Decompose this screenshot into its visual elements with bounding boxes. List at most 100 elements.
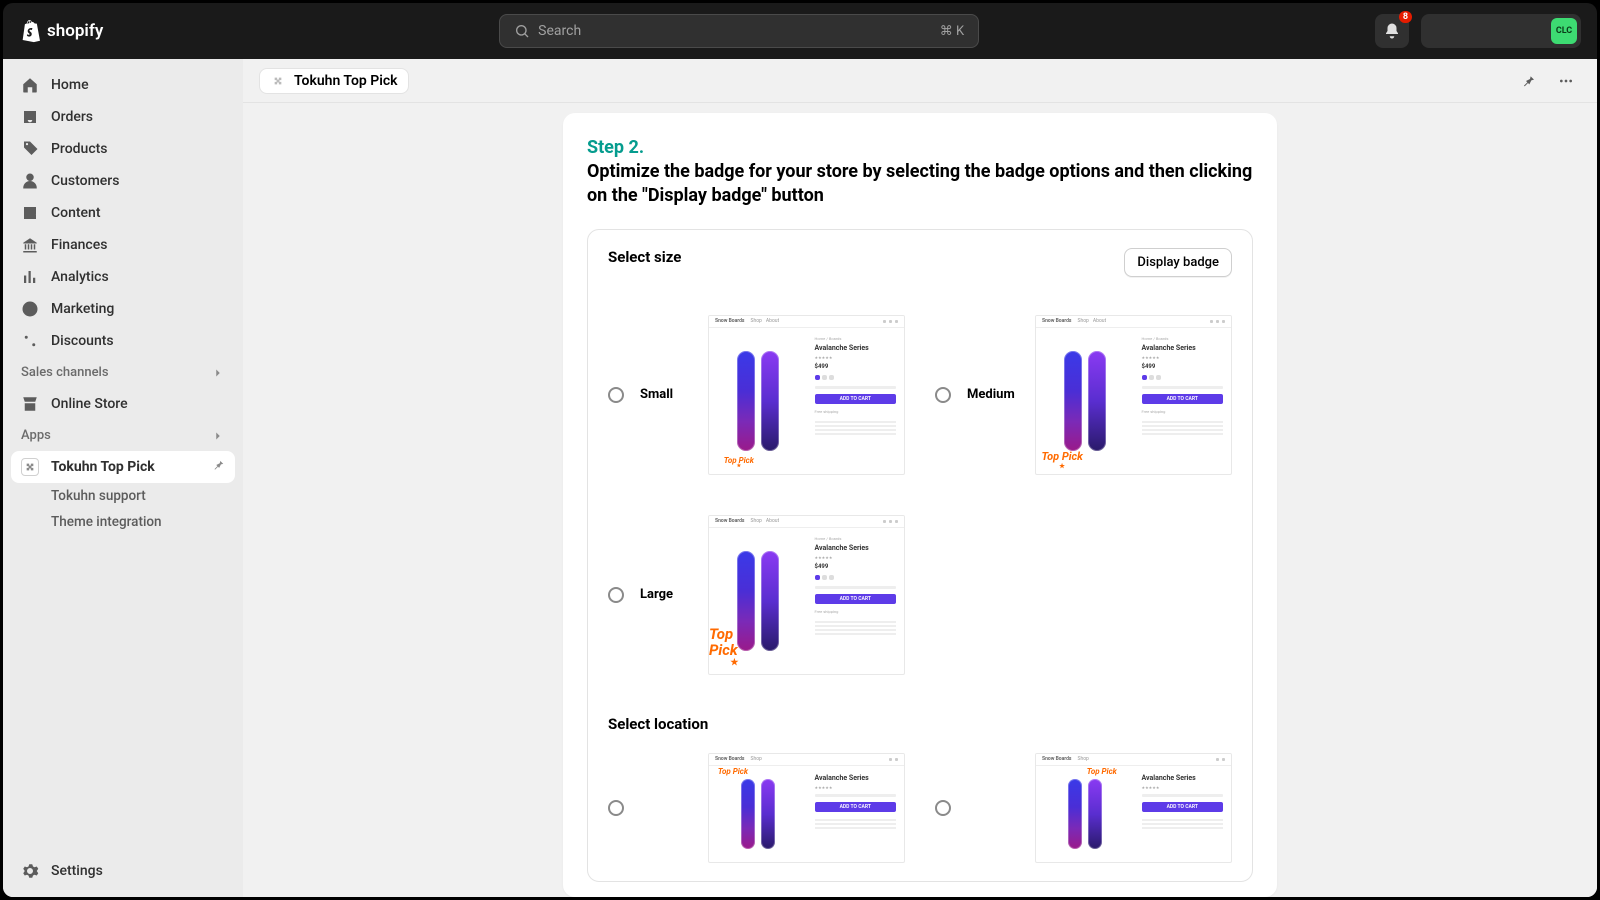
app-puzzle-icon (270, 73, 286, 89)
chevron-right-icon (211, 366, 225, 380)
location-options: Snow BoardsShop Top Pick Avalanche Serie… (608, 733, 1232, 863)
radio-loc-2[interactable] (935, 800, 951, 816)
nav-home-label: Home (51, 77, 89, 93)
nav-analytics[interactable]: Analytics (11, 261, 235, 293)
preview-title: Avalanche Series (815, 344, 897, 352)
chevron-right-icon (211, 429, 225, 443)
nav-home[interactable]: Home (11, 69, 235, 101)
nav-finances[interactable]: Finances (11, 229, 235, 261)
brand-label: shopify (47, 21, 103, 41)
percent-icon (21, 332, 39, 350)
size-option-small[interactable]: Small Snow BoardsShopAbout Top Pick★ Hom… (608, 315, 905, 475)
tag-icon (21, 140, 39, 158)
search-placeholder: Search (538, 23, 581, 39)
pin-icon[interactable] (211, 458, 225, 476)
nav-customers[interactable]: Customers (11, 165, 235, 197)
preview-brand: Snow Boards (1042, 756, 1071, 762)
nav-orders[interactable]: Orders (11, 101, 235, 133)
online-store-label: Online Store (51, 396, 128, 412)
badge-top-right: Top Pick (1087, 768, 1117, 776)
image-icon (21, 204, 39, 222)
badge-lg: Top Pick★ (709, 627, 760, 668)
preview-loc-1: Snow BoardsShop Top Pick Avalanche Serie… (708, 753, 905, 863)
home-icon (21, 76, 39, 94)
pin-page-button[interactable] (1513, 66, 1543, 96)
bell-icon (1383, 22, 1401, 40)
nav-customers-label: Customers (51, 173, 119, 189)
nav-content-label: Content (51, 205, 101, 221)
size-option-medium[interactable]: Medium Snow BoardsShopAbout Top Pick★ Ho… (935, 315, 1232, 475)
nav-content[interactable]: Content (11, 197, 235, 229)
person-icon (21, 172, 39, 190)
nav-settings[interactable]: Settings (11, 855, 235, 887)
avatar: CLC (1551, 18, 1577, 44)
preview-cta: ADD TO CART (815, 594, 897, 604)
dots-icon (1558, 73, 1574, 89)
size-options: Small Snow BoardsShopAbout Top Pick★ Hom… (608, 295, 1232, 675)
sidebar: Home Orders Products Customers Content F… (3, 59, 243, 897)
breadcrumb-label: Tokuhn Top Pick (294, 73, 398, 89)
preview-loc-2: Snow BoardsShop Top Pick Avalanche Serie… (1035, 753, 1232, 863)
size-label-medium: Medium (967, 387, 1019, 402)
more-actions-button[interactable] (1551, 66, 1581, 96)
settings-label: Settings (51, 863, 103, 879)
preview-medium: Snow BoardsShopAbout Top Pick★ Home / Bo… (1035, 315, 1232, 475)
nav-finances-label: Finances (51, 237, 107, 253)
bar-chart-icon (21, 268, 39, 286)
location-option-2[interactable]: Snow BoardsShop Top Pick Avalanche Serie… (935, 753, 1232, 863)
nav-online-store[interactable]: Online Store (11, 388, 235, 420)
shopify-bag-icon (19, 19, 41, 43)
select-size-heading: Select size (608, 248, 681, 266)
sales-channels-header[interactable]: Sales channels (11, 357, 235, 388)
step-card: Step 2. Optimize the badge for your stor… (563, 113, 1277, 897)
badge-md: Top Pick★ (1041, 451, 1082, 470)
target-icon (21, 300, 39, 318)
badge-top-left: Top Pick (718, 768, 748, 776)
breadcrumb-chip[interactable]: Tokuhn Top Pick (259, 68, 409, 94)
preview-cta: ADD TO CART (815, 802, 897, 812)
store-icon (21, 395, 39, 413)
app-sub-theme[interactable]: Theme integration (11, 509, 235, 535)
preview-large: Snow BoardsShopAbout Top Pick★ Home / Bo… (708, 515, 905, 675)
preview-brand: Snow Boards (1042, 318, 1071, 324)
inbox-icon (21, 108, 39, 126)
preview-title: Avalanche Series (815, 544, 897, 552)
content-scroll[interactable]: Step 2. Optimize the badge for your stor… (243, 103, 1597, 897)
sales-channels-label: Sales channels (21, 365, 109, 380)
apps-header[interactable]: Apps (11, 420, 235, 451)
app-name-label: Tokuhn Top Pick (51, 459, 155, 475)
nav-marketing[interactable]: Marketing (11, 293, 235, 325)
app-tokuhn-top-pick[interactable]: Tokuhn Top Pick (11, 451, 235, 483)
store-menu[interactable]: CLC (1421, 14, 1581, 48)
pin-icon (1520, 73, 1536, 89)
display-badge-button[interactable]: Display badge (1124, 248, 1232, 277)
bank-icon (21, 236, 39, 254)
radio-loc-1[interactable] (608, 800, 624, 816)
size-label-small: Small (640, 387, 692, 402)
preview-cta: ADD TO CART (1142, 802, 1224, 812)
notifications-button[interactable]: 8 (1375, 14, 1409, 48)
badge-config-card: Select size Display badge Small Snow Boa… (587, 229, 1253, 882)
search-icon (514, 23, 530, 39)
radio-large[interactable] (608, 587, 624, 603)
gear-icon (21, 862, 39, 880)
radio-small[interactable] (608, 387, 624, 403)
search-input[interactable]: Search ⌘ K (499, 14, 979, 48)
radio-medium[interactable] (935, 387, 951, 403)
preview-brand: Snow Boards (715, 318, 744, 324)
app-sub-support[interactable]: Tokuhn support (11, 483, 235, 509)
select-location-heading: Select location (608, 715, 1232, 733)
preview-title: Avalanche Series (815, 774, 897, 782)
location-option-1[interactable]: Snow BoardsShop Top Pick Avalanche Serie… (608, 753, 905, 863)
nav-discounts-label: Discounts (51, 333, 114, 349)
nav-discounts[interactable]: Discounts (11, 325, 235, 357)
main-area: Tokuhn Top Pick Step 2. Optimize the bad… (243, 59, 1597, 897)
size-option-large[interactable]: Large Snow BoardsShopAbout Top Pick★ Hom… (608, 515, 905, 675)
nav-products-label: Products (51, 141, 108, 157)
nav-analytics-label: Analytics (51, 269, 109, 285)
shopify-logo[interactable]: shopify (19, 19, 103, 43)
nav-orders-label: Orders (51, 109, 93, 125)
nav-products[interactable]: Products (11, 133, 235, 165)
topbar: shopify Search ⌘ K 8 CLC (3, 3, 1597, 59)
step-number: Step 2. (587, 137, 1253, 158)
